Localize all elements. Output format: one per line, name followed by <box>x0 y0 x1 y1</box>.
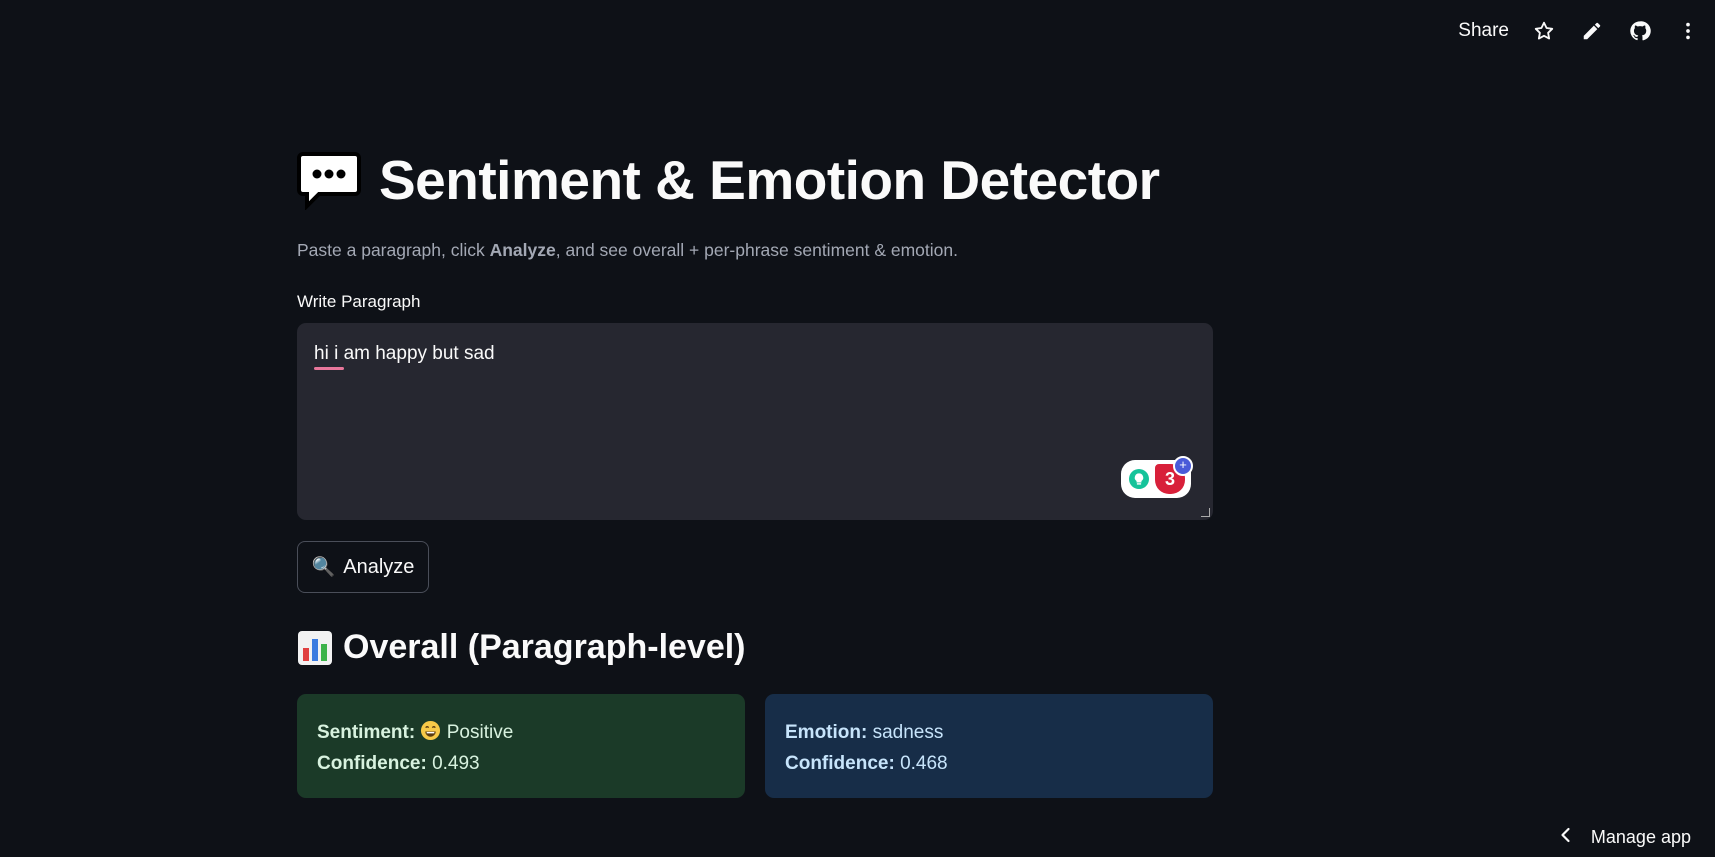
subtitle-text-suffix: , and see overall + per-phrase sentiment… <box>555 240 958 260</box>
share-button[interactable]: Share <box>1458 20 1509 42</box>
github-icon[interactable] <box>1627 18 1653 44</box>
chevron-left-icon <box>1557 826 1575 849</box>
subtitle-text-bold: Analyze <box>489 240 556 260</box>
page-title-row: Sentiment & Emotion Detector <box>297 148 1160 212</box>
sentiment-value: Positive <box>446 722 514 743</box>
more-vertical-icon[interactable] <box>1675 18 1701 44</box>
spellcheck-underline <box>314 367 344 370</box>
paragraph-field-label: Write Paragraph <box>297 292 421 311</box>
bar-chart-icon <box>297 630 333 666</box>
emotion-line: Emotion: sadness <box>785 717 1193 748</box>
star-icon[interactable] <box>1531 18 1557 44</box>
emotion-label: Emotion: <box>785 722 868 743</box>
emotion-confidence-line: Confidence: 0.468 <box>785 748 1193 779</box>
paragraph-textarea[interactable]: hi i am happy but sad 3 + <box>297 323 1213 520</box>
sentiment-label: Sentiment: <box>317 722 416 743</box>
paragraph-text: hi i am happy but sad <box>314 343 495 370</box>
overall-section-heading-row: Overall (Paragraph-level) <box>297 628 746 667</box>
emotion-confidence-label: Confidence: <box>785 753 895 774</box>
resize-handle-icon[interactable] <box>1201 508 1210 517</box>
lightbulb-icon <box>1129 469 1149 489</box>
sentiment-confidence-value: 0.493 <box>432 753 480 774</box>
emotion-result-card: Emotion: sadness Confidence: 0.468 <box>765 694 1213 798</box>
manage-app-label: Manage app <box>1590 827 1691 847</box>
page-title: Sentiment & Emotion Detector <box>379 149 1160 211</box>
emotion-value: sadness <box>872 722 944 743</box>
top-toolbar: Share <box>1458 18 1701 44</box>
sentiment-confidence-label: Confidence: <box>317 753 427 774</box>
analyze-button-label: Analyze <box>343 555 415 578</box>
subtitle-text-prefix: Paste a paragraph, click <box>297 240 490 260</box>
grammar-assistant-widget[interactable]: 3 + <box>1121 456 1193 498</box>
pencil-icon[interactable] <box>1579 18 1605 44</box>
page-subtitle: Paste a paragraph, click Analyze, and se… <box>297 240 958 261</box>
plus-icon: + <box>1173 456 1193 476</box>
magnifying-glass-icon: 🔍 <box>311 557 336 578</box>
sentiment-result-card: Sentiment: Positive Confidence: 0.493 <box>297 694 745 798</box>
emotion-confidence-value: 0.468 <box>900 753 948 774</box>
sentiment-line: Sentiment: Positive <box>317 717 725 748</box>
manage-app-button[interactable]: Manage app <box>1557 826 1691 849</box>
sentiment-confidence-line: Confidence: 0.493 <box>317 748 725 779</box>
analyze-button[interactable]: 🔍 Analyze <box>297 541 429 593</box>
grinning-face-icon <box>420 720 441 741</box>
speech-bubble-icon <box>297 150 361 211</box>
overall-section-heading: Overall (Paragraph-level) <box>343 628 746 666</box>
